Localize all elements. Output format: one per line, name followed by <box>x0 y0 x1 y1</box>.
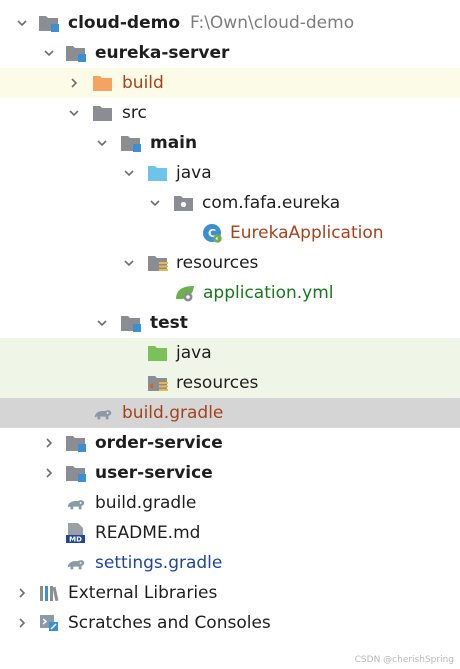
chevron-right-icon[interactable] <box>41 458 57 488</box>
libraries-icon <box>38 583 60 603</box>
tree-row-test[interactable]: test <box>0 308 460 338</box>
package-icon <box>173 193 195 213</box>
package-label: com.fafa.eureka <box>202 193 341 213</box>
file-label-build-gradle: build.gradle <box>122 403 224 423</box>
tree-row-build-dir[interactable]: build <box>0 68 460 98</box>
scratches-label: Scratches and Consoles <box>68 613 271 633</box>
tree-row-external-libraries[interactable]: External Libraries <box>0 578 460 608</box>
root-project-path: F:\Own\cloud-demo <box>190 13 355 33</box>
tree-row-eureka-application[interactable]: C EurekaApplication <box>0 218 460 248</box>
chevron-right-icon[interactable] <box>41 428 57 458</box>
module-label-user-service: user-service <box>95 463 213 483</box>
tree-row-application-yml[interactable]: application.yml <box>0 278 460 308</box>
chevron-down-icon[interactable] <box>41 38 57 68</box>
gradle-icon <box>65 553 87 573</box>
module-folder-icon <box>65 43 87 63</box>
tree-row-test-resources[interactable]: resources <box>0 368 460 398</box>
tree-row-settings-gradle[interactable]: settings.gradle <box>0 548 460 578</box>
markdown-file-icon: MD <box>65 523 87 544</box>
source-folder-icon <box>147 163 169 183</box>
tree-row-scratches[interactable]: Scratches and Consoles <box>0 608 460 638</box>
folder-label-build: build <box>122 73 164 93</box>
file-label-settings-gradle: settings.gradle <box>95 553 223 573</box>
folder-label-main: main <box>150 133 198 153</box>
watermark: CSDN @cherishSpring <box>354 655 454 665</box>
tree-row-eureka-server[interactable]: eureka-server <box>0 38 460 68</box>
test-resources-folder-icon <box>147 373 169 393</box>
module-folder-icon <box>65 433 87 453</box>
chevron-down-icon[interactable] <box>14 8 30 38</box>
tree-row-readme[interactable]: MD README.md <box>0 518 460 548</box>
folder-label-src: src <box>122 103 147 123</box>
test-folder-icon <box>147 343 169 363</box>
tree-row-test-java[interactable]: java <box>0 338 460 368</box>
folder-icon <box>92 103 114 123</box>
module-folder-icon <box>38 13 60 33</box>
excluded-folder-icon <box>92 73 114 93</box>
tree-row-package[interactable]: com.fafa.eureka <box>0 188 460 218</box>
chevron-down-icon[interactable] <box>94 308 110 338</box>
module-folder-icon <box>65 463 87 483</box>
chevron-right-icon[interactable] <box>66 68 82 98</box>
module-folder-icon <box>120 133 142 153</box>
chevron-down-icon[interactable] <box>121 248 137 278</box>
folder-label-java: java <box>176 163 212 183</box>
module-label-eureka-server: eureka-server <box>95 43 230 63</box>
root-project-name: cloud-demo <box>68 13 181 33</box>
tree-row-order-service[interactable]: order-service <box>0 428 460 458</box>
chevron-right-icon[interactable] <box>14 578 30 608</box>
tree-row-main-java[interactable]: java <box>0 158 460 188</box>
tree-row-src[interactable]: src <box>0 98 460 128</box>
tree-row-main-resources[interactable]: resources <box>0 248 460 278</box>
chevron-down-icon[interactable] <box>121 158 137 188</box>
spring-config-icon <box>174 283 196 303</box>
module-folder-icon <box>120 313 142 333</box>
scratches-icon <box>38 613 60 633</box>
tree-row-user-service[interactable]: user-service <box>0 458 460 488</box>
file-label-readme: README.md <box>95 523 201 543</box>
gradle-icon <box>92 403 114 423</box>
folder-label-test-resources: resources <box>176 373 259 393</box>
file-label-application-yml: application.yml <box>203 283 334 303</box>
gradle-icon <box>65 493 87 513</box>
tree-row-cloud-demo[interactable]: cloud-demo F:\Own\cloud-demo <box>0 8 460 38</box>
folder-label-test: test <box>150 313 188 333</box>
class-label-eureka-application: EurekaApplication <box>230 223 384 243</box>
chevron-down-icon[interactable] <box>94 128 110 158</box>
chevron-down-icon[interactable] <box>66 98 82 128</box>
spring-boot-class-icon: C <box>201 223 223 243</box>
chevron-right-icon[interactable] <box>14 608 30 638</box>
folder-label-resources: resources <box>176 253 259 273</box>
tree-row-main[interactable]: main <box>0 128 460 158</box>
folder-label-test-java: java <box>176 343 212 363</box>
tree-row-root-build-gradle[interactable]: build.gradle <box>0 488 460 518</box>
file-label-root-build-gradle: build.gradle <box>95 493 197 513</box>
svg-text:MD: MD <box>69 536 82 544</box>
resources-folder-icon <box>147 253 169 273</box>
module-label-order-service: order-service <box>95 433 223 453</box>
tree-row-module-build-gradle[interactable]: build.gradle <box>0 398 460 428</box>
chevron-down-icon[interactable] <box>147 188 163 218</box>
external-libraries-label: External Libraries <box>68 583 218 603</box>
